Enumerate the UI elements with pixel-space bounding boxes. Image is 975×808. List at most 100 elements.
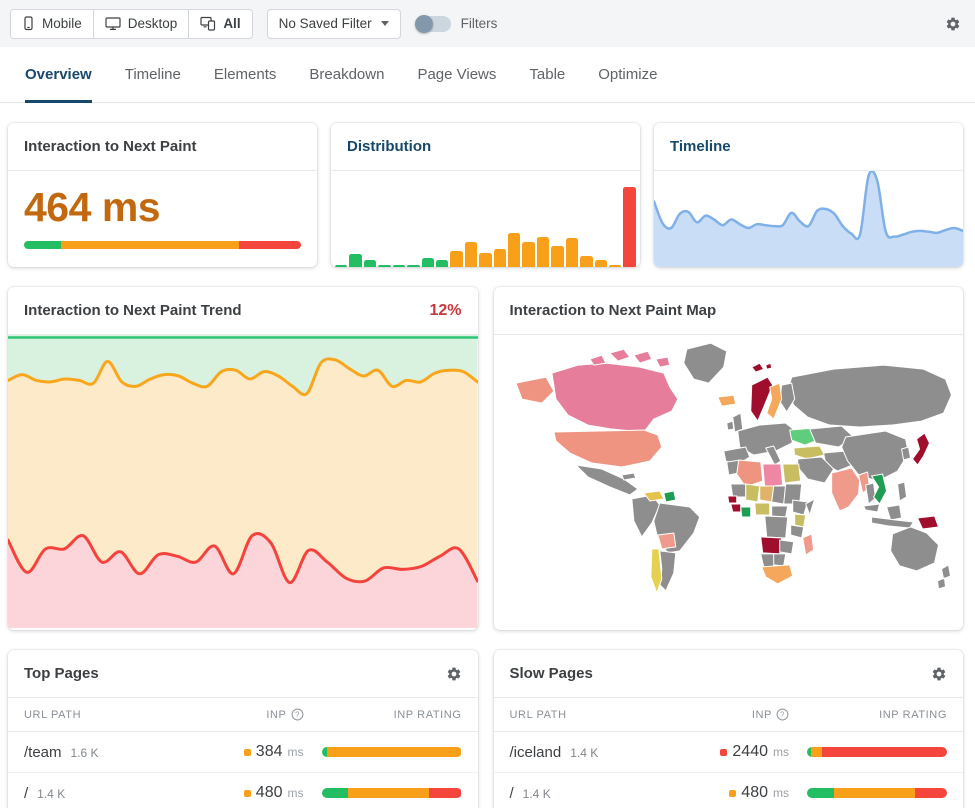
- map-region-thailand[interactable]: [865, 483, 875, 504]
- map-region-malaysia[interactable]: [863, 504, 879, 512]
- map-region-ghana[interactable]: [740, 507, 750, 517]
- device-filter-all[interactable]: All: [189, 10, 251, 38]
- histogram-bar[interactable]: [623, 187, 635, 267]
- histogram-bar[interactable]: [349, 254, 361, 267]
- histogram-bar[interactable]: [494, 249, 506, 267]
- tab-overview[interactable]: Overview: [25, 47, 92, 102]
- map-region-russia[interactable]: [787, 365, 951, 427]
- map-region-cuba[interactable]: [621, 473, 635, 480]
- map-region-guinea[interactable]: [730, 504, 740, 512]
- tab-table[interactable]: Table: [529, 47, 565, 102]
- map-region-mali[interactable]: [745, 484, 759, 502]
- map-region-svalbard[interactable]: [751, 363, 771, 372]
- map-region-india[interactable]: [831, 468, 859, 511]
- saved-filter-label: No Saved Filter: [279, 16, 372, 31]
- timeline-card: Timeline: [654, 123, 963, 267]
- gear-icon[interactable]: [945, 16, 961, 32]
- map-region-angola[interactable]: [760, 537, 781, 554]
- inp-unit: ms: [773, 745, 789, 759]
- column-inp-rating: INP RATING: [304, 709, 462, 721]
- table-row[interactable]: /1.4 K480ms: [494, 773, 964, 808]
- histogram-bar[interactable]: [407, 265, 419, 267]
- tab-optimize[interactable]: Optimize: [598, 47, 657, 102]
- device-filter-mobile[interactable]: Mobile: [11, 10, 94, 38]
- map-region-south_africa[interactable]: [761, 565, 792, 584]
- card-title[interactable]: Timeline: [670, 138, 731, 156]
- table-header-row: URL PATH INP? INP RATING: [494, 698, 964, 732]
- histogram-bar[interactable]: [522, 242, 534, 267]
- tab-breakdown[interactable]: Breakdown: [309, 47, 384, 102]
- map-region-iceland[interactable]: [717, 395, 735, 406]
- map-region-car[interactable]: [771, 506, 787, 517]
- map-region-argentina[interactable]: [659, 551, 675, 591]
- svg-text:?: ?: [295, 710, 300, 719]
- map-region-korea[interactable]: [901, 447, 910, 460]
- tab-elements[interactable]: Elements: [214, 47, 277, 102]
- histogram-bar[interactable]: [551, 246, 563, 267]
- table-row[interactable]: /team1.6 K384ms: [8, 732, 478, 773]
- table-body: /team1.6 K384ms/1.4 K480ms: [8, 732, 478, 808]
- histogram-bar[interactable]: [595, 260, 607, 267]
- card-title[interactable]: Distribution: [347, 138, 431, 156]
- saved-filter-dropdown[interactable]: No Saved Filter: [267, 9, 401, 39]
- map-region-guyana[interactable]: [663, 491, 675, 502]
- pages-row: Top Pages URL PATH INP? INP RATING /team…: [8, 650, 963, 808]
- filters-toggle[interactable]: [415, 16, 451, 32]
- map-region-nigeria[interactable]: [754, 503, 769, 515]
- rating-segment: [811, 747, 822, 757]
- map-region-libya[interactable]: [762, 464, 782, 487]
- map-region-png[interactable]: [917, 516, 938, 529]
- trend-stacked-area-chart[interactable]: [8, 335, 478, 630]
- map-region-greenland[interactable]: [683, 343, 726, 383]
- map-region-usa[interactable]: [553, 430, 661, 467]
- histogram-bar[interactable]: [465, 242, 477, 267]
- map-region-uk[interactable]: [732, 413, 742, 432]
- map-region-tanzania[interactable]: [790, 525, 803, 538]
- gear-icon[interactable]: [446, 666, 462, 682]
- tab-timeline[interactable]: Timeline: [125, 47, 181, 102]
- map-region-bolivia[interactable]: [657, 533, 675, 549]
- map-region-egypt[interactable]: [782, 464, 800, 483]
- gear-icon[interactable]: [931, 666, 947, 682]
- histogram-bar[interactable]: [364, 260, 376, 267]
- histogram-bar[interactable]: [580, 256, 592, 267]
- map-region-mexico[interactable]: [575, 465, 637, 495]
- map-region-new_zealand[interactable]: [937, 565, 950, 589]
- help-icon[interactable]: ?: [291, 708, 304, 721]
- histogram-bar[interactable]: [393, 265, 405, 267]
- map-region-canada[interactable]: [551, 363, 677, 432]
- tab-page-views[interactable]: Page Views: [417, 47, 496, 102]
- histogram-bar[interactable]: [479, 253, 491, 267]
- map-region-philippines[interactable]: [897, 482, 906, 501]
- map-region-zambia[interactable]: [779, 540, 793, 554]
- histogram-bar[interactable]: [609, 265, 621, 267]
- histogram-bar[interactable]: [537, 237, 549, 267]
- histogram-bar[interactable]: [436, 260, 448, 267]
- histogram-bar[interactable]: [422, 258, 434, 267]
- map-region-australia[interactable]: [890, 527, 938, 571]
- map-region-drc[interactable]: [764, 516, 787, 538]
- map-region-mauritania[interactable]: [730, 484, 745, 497]
- map-region-ethiopia[interactable]: [792, 500, 807, 515]
- map-region-alaska[interactable]: [515, 377, 553, 403]
- map-region-borneo[interactable]: [886, 505, 901, 520]
- map-region-botswana[interactable]: [773, 554, 785, 566]
- histogram-bar[interactable]: [378, 265, 390, 267]
- map-region-algeria[interactable]: [736, 460, 762, 487]
- map-region-madagascar[interactable]: [802, 534, 813, 555]
- map-region-senegal[interactable]: [727, 496, 736, 503]
- device-filter-desktop[interactable]: Desktop: [94, 10, 190, 38]
- map-region-somalia[interactable]: [805, 499, 814, 515]
- help-icon[interactable]: ?: [776, 708, 789, 721]
- histogram-bar[interactable]: [508, 233, 520, 267]
- map-region-japan[interactable]: [912, 433, 929, 465]
- table-row[interactable]: /1.4 K480ms: [8, 773, 478, 808]
- map-region-kenya[interactable]: [794, 514, 805, 527]
- timeline-area-chart[interactable]: [654, 171, 963, 267]
- distribution-histogram[interactable]: [331, 171, 640, 267]
- histogram-bar[interactable]: [335, 265, 347, 267]
- map-region-ireland[interactable]: [726, 421, 733, 430]
- histogram-bar[interactable]: [450, 251, 462, 267]
- table-row[interactable]: /iceland1.4 K2440ms: [494, 732, 964, 773]
- histogram-bar[interactable]: [566, 238, 578, 267]
